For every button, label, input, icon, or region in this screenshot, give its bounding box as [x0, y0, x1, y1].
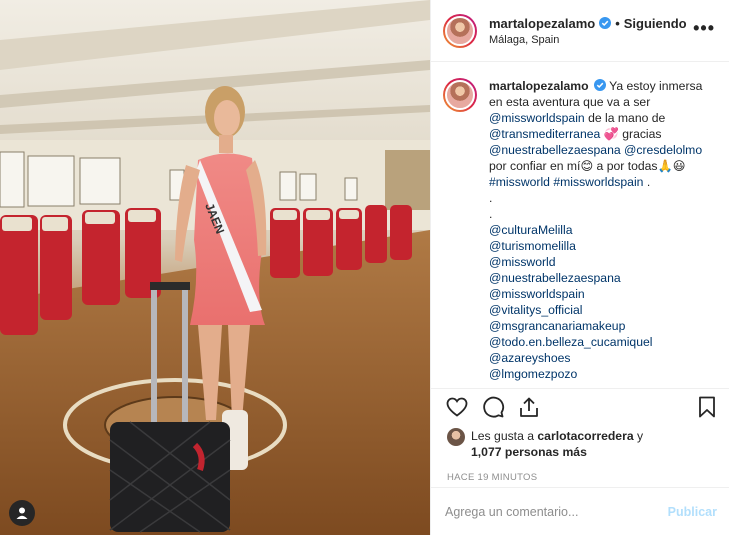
caption-line: en esta aventura que va a ser [489, 95, 651, 109]
caption-line: por confiar en mí😊 a por todas🙏😃 [489, 159, 686, 173]
bookmark-icon[interactable] [695, 395, 719, 419]
author-line: martalopezalamo • Siguiendo [489, 16, 693, 31]
comment-form: Publicar [431, 487, 729, 535]
ferry-cabin-illustration: JAEN [0, 0, 430, 535]
caption-avatar[interactable] [443, 78, 477, 112]
avatar-image [445, 80, 475, 110]
post-timestamp[interactable]: HACE 19 MINUTOS [431, 460, 729, 483]
mention-link[interactable]: @missworldspain [489, 286, 702, 302]
likes-count[interactable]: 1,077 personas más [471, 445, 587, 459]
author-username[interactable]: martalopezalamo [489, 16, 595, 31]
mention-link[interactable]: @azareyshoes [489, 350, 702, 366]
user-tag-icon[interactable] [9, 500, 35, 526]
caption-line: #missworld #missworldspain . [489, 174, 702, 190]
likes-connector: y [633, 429, 644, 443]
mention-link[interactable]: @missworld [489, 254, 702, 270]
hashtag-link[interactable]: #missworld [489, 175, 550, 189]
caption-segment: Ya estoy inmersa [609, 79, 703, 93]
post-photo[interactable]: JAEN [0, 0, 430, 535]
person-icon [16, 507, 28, 519]
caption-text: martalopezalamo Ya estoy inmersa en esta… [489, 78, 702, 388]
caption-segment: . [643, 175, 651, 189]
caption-username[interactable]: martalopezalamo [489, 79, 589, 93]
mention-link[interactable]: @cresdelolmo [624, 143, 702, 157]
mention-link[interactable]: @nuestrabellezaespana [489, 270, 702, 286]
caption-line: @nuestrabellezaespana @cresdelolmo [489, 142, 702, 158]
publish-button[interactable]: Publicar [668, 505, 717, 519]
comment-input[interactable] [445, 504, 668, 519]
mention-link[interactable]: @nuestrabellezaespana [489, 143, 621, 157]
mention-link[interactable]: @culturaMelilla [489, 222, 702, 238]
likes-summary: Les gusta a carlotacorredera y 1,077 per… [431, 424, 729, 460]
following-button[interactable]: Siguiendo [624, 16, 687, 31]
action-bar [431, 388, 729, 424]
caption-segment: de la mano de [584, 111, 666, 125]
caption-line: . [489, 191, 493, 205]
mention-link[interactable]: @lmgomezpozo [489, 366, 702, 382]
mention-link[interactable]: @missworldspain [489, 111, 585, 125]
mention-link[interactable]: @turismomelilla [489, 238, 702, 254]
caption-line: martalopezalamo Ya estoy inmersa [489, 78, 702, 94]
verified-badge-icon [599, 17, 612, 29]
author-info: martalopezalamo • Siguiendo Málaga, Spai… [489, 16, 693, 46]
mention-link[interactable]: @transmediterranea [489, 127, 600, 141]
verified-badge-icon [593, 79, 606, 91]
caption-line: @transmediterranea 💞 gracias [489, 126, 702, 142]
liker-username[interactable]: carlotacorredera [537, 429, 633, 443]
liker-avatar[interactable] [447, 428, 465, 446]
caption-area: martalopezalamo Ya estoy inmersa en esta… [431, 62, 729, 388]
hashtag-link[interactable]: #missworldspain [553, 175, 643, 189]
mention-link[interactable]: @vitalitys_official [489, 302, 702, 318]
comment-icon[interactable] [481, 395, 505, 419]
likes-text: Les gusta a carlotacorredera y 1,077 per… [471, 428, 643, 460]
author-avatar[interactable] [443, 13, 477, 48]
avatar-image [445, 15, 475, 46]
separator-dot: • [615, 15, 620, 31]
mention-link[interactable]: @todo.en.belleza_cucamiquel [489, 334, 702, 350]
share-icon[interactable] [517, 395, 541, 419]
post-header: martalopezalamo • Siguiendo Málaga, Spai… [431, 0, 729, 62]
post-details-panel: martalopezalamo • Siguiendo Málaga, Spai… [430, 0, 729, 535]
more-options-icon[interactable]: ••• [693, 19, 715, 39]
likes-prefix: Les gusta a [471, 429, 538, 443]
heart-icon[interactable] [445, 395, 469, 419]
caption-line: . [489, 207, 493, 221]
mention-link[interactable]: @msgrancanariamakeup [489, 318, 702, 334]
location-link[interactable]: Málaga, Spain [489, 34, 693, 46]
caption-line: @missworldspain de la mano de [489, 110, 702, 126]
caption-segment: 💞 gracias [600, 127, 662, 141]
